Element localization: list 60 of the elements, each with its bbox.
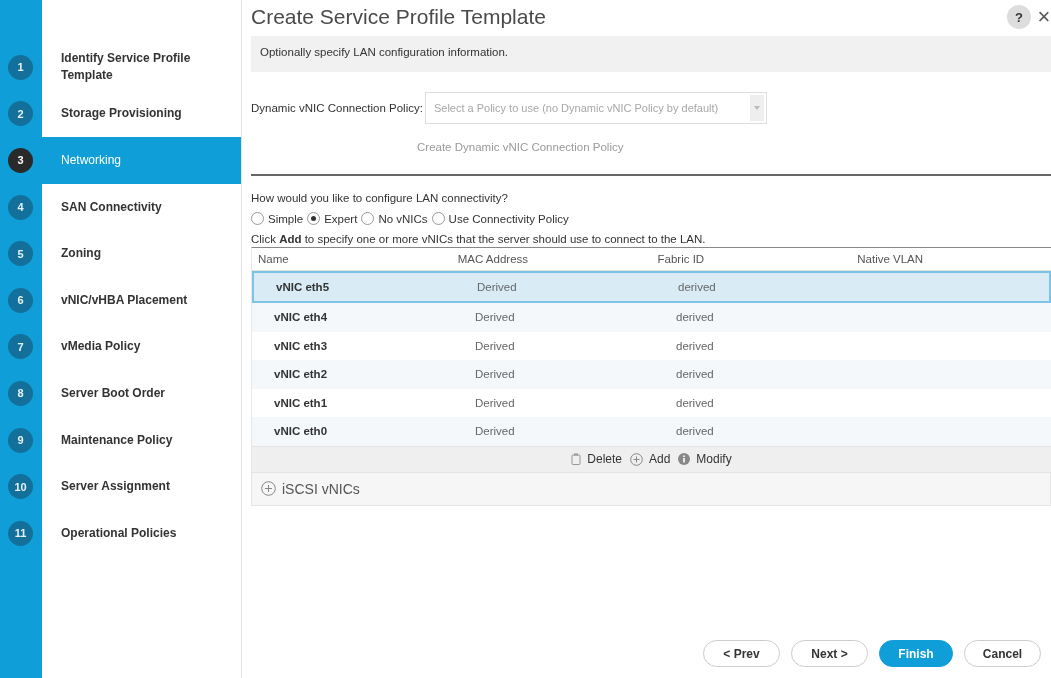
table-cell-text: derived: [677, 281, 717, 293]
wizard-button[interactable]: < Prev: [703, 640, 780, 667]
table-row[interactable]: vNIC eth0 Derived derived: [252, 417, 1051, 446]
field-label: Dynamic vNIC Connection Policy:: [251, 102, 423, 114]
table-cell-text: vNIC eth4: [273, 311, 329, 324]
table-cell-text: Derived: [474, 368, 516, 381]
action-button[interactable]: Modify: [678, 452, 732, 466]
table-cell-text: vNIC eth2: [273, 368, 329, 381]
radio-label[interactable]: Simple: [268, 212, 304, 225]
table-cell-text: Derived: [476, 281, 518, 293]
table-cell-text: Derived: [474, 311, 516, 324]
step-item[interactable]: Identify Service Profile Template: [61, 50, 211, 85]
table-row[interactable]: vNIC eth5 Derived derived: [252, 271, 1051, 303]
step-number: 3: [8, 148, 33, 173]
step-item[interactable]: Maintenance Policy: [61, 431, 211, 449]
table-cell-text: vNIC eth0: [273, 425, 329, 438]
action-button[interactable]: Add: [630, 452, 671, 466]
caret-icon: [753, 106, 760, 110]
step-item[interactable]: Storage Provisioning: [61, 105, 211, 123]
table-cell-text: Derived: [474, 396, 516, 409]
table-cell-text: Derived: [474, 425, 516, 438]
column-header[interactable]: Native VLAN: [851, 253, 1051, 265]
help-button[interactable]: ?: [1007, 5, 1031, 29]
table-cell-text: vNIC eth3: [273, 339, 329, 352]
table-cell-text: derived: [675, 368, 715, 381]
step-item[interactable]: Server Boot Order: [61, 384, 211, 402]
step-item[interactable]: vNIC/vHBA Placement: [61, 291, 211, 309]
radio-label[interactable]: No vNICs: [378, 212, 428, 225]
table-row[interactable]: vNIC eth4 Derived derived: [252, 303, 1051, 332]
step-item[interactable]: vMedia Policy: [61, 338, 211, 356]
step-item[interactable]: Operational Policies: [61, 524, 211, 542]
step-item[interactable]: SAN Connectivity: [61, 198, 211, 216]
step-item[interactable]: Server Assignment: [61, 478, 211, 496]
wizard-button[interactable]: Cancel: [964, 640, 1041, 667]
table-row[interactable]: vNIC eth2 Derived derived: [252, 360, 1051, 389]
table-cell-text: Derived: [474, 339, 516, 352]
table-cell-text: derived: [675, 425, 715, 438]
close-button[interactable]: ×: [1037, 4, 1051, 30]
plus-circle-icon: [630, 452, 643, 466]
column-header[interactable]: Name: [252, 253, 452, 265]
table-cell-text: vNIC eth1: [273, 396, 329, 409]
expand-icon: [261, 481, 276, 496]
radio-label[interactable]: Use Connectivity Policy: [448, 212, 569, 225]
iscsi-section[interactable]: iSCSI vNICs: [251, 471, 1051, 506]
table-cell-text: derived: [675, 396, 715, 409]
window-title: Create Service Profile Template: [251, 5, 546, 29]
action-button[interactable]: Delete: [571, 452, 622, 466]
info-banner: Optionally specify LAN configuration information.: [251, 36, 1051, 72]
table-cell-text: derived: [675, 311, 715, 324]
trash-icon: [571, 453, 582, 465]
column-header[interactable]: Fabric ID: [651, 253, 852, 265]
column-header[interactable]: MAC Address: [451, 253, 652, 265]
table-cell-text: derived: [675, 339, 715, 352]
question-text: How would you like to configure LAN connectivity?: [251, 192, 509, 204]
step-item[interactable]: Zoning: [61, 245, 211, 263]
table-cell-text: vNIC eth5: [275, 281, 331, 293]
wizard-button[interactable]: Next >: [791, 640, 868, 667]
radio-label[interactable]: Expert: [324, 212, 358, 225]
hint-text: Click Add to specify one or more vNICs that the server should use to connect to the LAN.: [251, 233, 707, 245]
info-icon: [678, 453, 691, 465]
